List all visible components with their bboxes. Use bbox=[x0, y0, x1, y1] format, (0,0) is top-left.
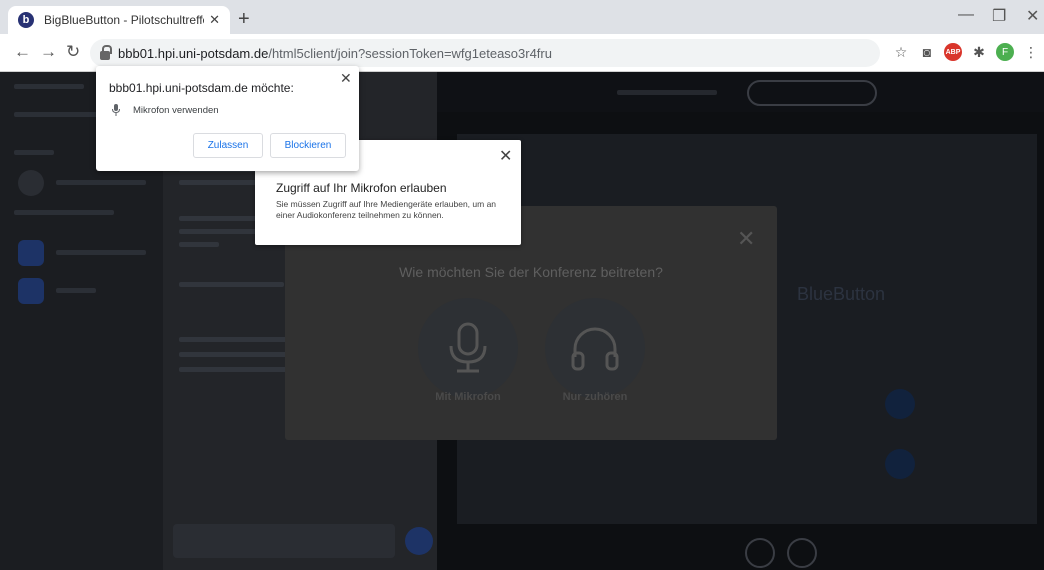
menu-icon[interactable]: ⋮ bbox=[1022, 43, 1040, 61]
chat-message-input[interactable] bbox=[173, 524, 395, 558]
permission-prompt: ✕ bbb01.hpi.uni-potsdam.de möchte: Mikro… bbox=[96, 66, 359, 171]
puzzle-icon[interactable]: ✱ bbox=[970, 43, 988, 61]
profile-icon[interactable]: F bbox=[996, 43, 1014, 61]
send-message-button[interactable] bbox=[405, 527, 433, 555]
slide-feature-icon bbox=[885, 389, 915, 419]
bbb-favicon-icon: b bbox=[18, 12, 34, 28]
chat-line bbox=[179, 337, 289, 342]
microphone-icon bbox=[112, 104, 120, 116]
modal-close-icon[interactable]: ✕ bbox=[737, 226, 755, 252]
panel-heading bbox=[14, 210, 114, 215]
url-path: /html5client/join?sessionToken=wfg1eteas… bbox=[268, 45, 552, 61]
info-body: Sie müssen Zugriff auf Ihre Mediengeräte… bbox=[276, 199, 497, 220]
panel-entry bbox=[56, 180, 146, 185]
forward-icon[interactable]: → bbox=[40, 42, 57, 62]
panel-avatar bbox=[18, 170, 44, 196]
browser-tab[interactable]: b BigBlueButton - Pilotschultreffen ✕ bbox=[8, 6, 230, 34]
camera-icon[interactable]: ◙ bbox=[918, 43, 936, 61]
lock-icon[interactable] bbox=[100, 44, 112, 60]
video-toggle-button[interactable] bbox=[787, 538, 817, 568]
user-name bbox=[56, 288, 96, 293]
star-icon[interactable]: ☆ bbox=[892, 43, 910, 61]
user-avatar[interactable] bbox=[18, 240, 44, 266]
reload-icon[interactable]: ↻ bbox=[66, 42, 80, 62]
headphones-icon bbox=[571, 327, 619, 371]
record-button[interactable] bbox=[747, 80, 877, 106]
panel-heading bbox=[14, 84, 84, 89]
slide-title: BlueButton bbox=[797, 284, 886, 304]
tab-title: BigBlueButton - Pilotschultreffen bbox=[44, 13, 204, 27]
prompt-title: bbb01.hpi.uni-potsdam.de möchte: bbox=[109, 81, 294, 95]
minimize-icon[interactable]: — bbox=[958, 6, 974, 24]
new-tab-icon[interactable]: + bbox=[238, 8, 250, 31]
allow-button[interactable]: Zulassen bbox=[193, 133, 263, 158]
restore-icon[interactable]: ❐ bbox=[992, 6, 1006, 26]
chat-line bbox=[179, 367, 289, 372]
meeting-header bbox=[437, 72, 1044, 112]
microphone-icon bbox=[449, 322, 487, 373]
user-name bbox=[56, 250, 146, 255]
info-close-icon[interactable]: ✕ bbox=[499, 146, 512, 166]
address-bar[interactable]: bbb01.hpi.uni-potsdam.de/html5client/joi… bbox=[90, 39, 880, 67]
url-host: bbb01.hpi.uni-potsdam.de bbox=[118, 45, 269, 61]
chat-line bbox=[179, 282, 284, 287]
back-icon[interactable]: ← bbox=[14, 42, 31, 62]
chat-line bbox=[179, 352, 289, 357]
audio-toggle-button[interactable] bbox=[745, 538, 775, 568]
prompt-permission-text: Mikrofon verwenden bbox=[133, 105, 219, 116]
tab-close-icon[interactable]: ✕ bbox=[209, 12, 220, 28]
listen-only-option-label: Nur zuhören bbox=[562, 391, 628, 403]
panel-heading bbox=[14, 150, 54, 155]
adblock-icon[interactable]: ABP bbox=[944, 43, 962, 61]
tab-strip: b BigBlueButton - Pilotschultreffen ✕ + … bbox=[0, 0, 1044, 34]
modal-title: Wie möchten Sie der Konferenz beitreten? bbox=[399, 264, 663, 280]
close-icon[interactable]: ✕ bbox=[1026, 6, 1039, 26]
listen-only-option-button[interactable] bbox=[545, 298, 645, 398]
user-avatar[interactable] bbox=[18, 278, 44, 304]
meeting-title bbox=[617, 90, 717, 95]
prompt-close-icon[interactable]: ✕ bbox=[340, 70, 352, 87]
microphone-option-label: Mit Mikrofon bbox=[435, 391, 501, 403]
info-title: Zugriff auf Ihr Mikrofon erlauben bbox=[276, 181, 447, 195]
microphone-option-button[interactable] bbox=[418, 298, 518, 398]
slide-feature-icon bbox=[885, 449, 915, 479]
block-button[interactable]: Blockieren bbox=[270, 133, 346, 158]
chat-line bbox=[179, 242, 219, 247]
